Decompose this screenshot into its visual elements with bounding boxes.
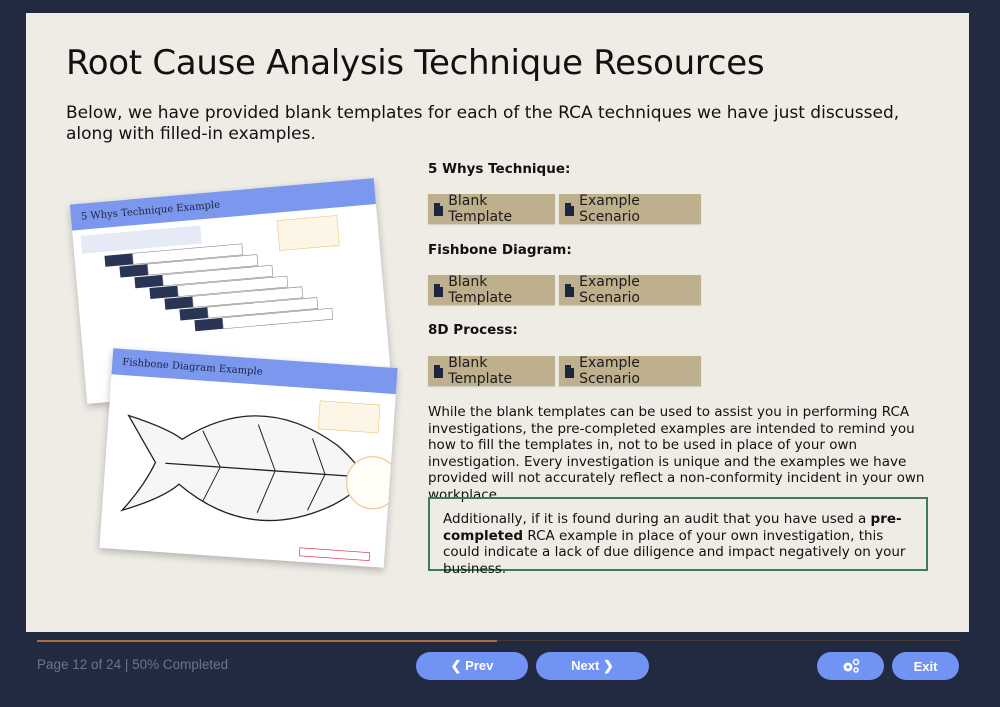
button-label: Blank Template xyxy=(448,274,513,306)
pdf-icon xyxy=(565,283,575,297)
8d-example-scenario-button[interactable]: Example Scenario xyxy=(559,355,701,387)
five-whys-blank-template-button[interactable]: Blank Template xyxy=(428,193,555,225)
prev-button[interactable]: ❮ Prev xyxy=(416,652,528,680)
pdf-icon xyxy=(565,364,575,378)
audit-warning-callout: Additionally, if it is found during an a… xyxy=(428,497,928,577)
fishbone-example-scenario-button[interactable]: Example Scenario xyxy=(559,274,701,306)
progress-bar-fill xyxy=(37,640,497,642)
pdf-icon xyxy=(434,202,444,216)
page-status: Page 12 of 24 | 50% Completed xyxy=(37,657,229,672)
button-label: Blank Template xyxy=(448,193,513,225)
next-button[interactable]: Next ❯ xyxy=(536,652,649,680)
disclaimer-paragraph: While the blank templates can be used to… xyxy=(428,404,925,503)
button-label: Example Scenario xyxy=(579,274,640,306)
five-whys-example-scenario-button[interactable]: Example Scenario xyxy=(559,193,701,225)
button-label: Blank Template xyxy=(448,355,513,387)
button-label: Example Scenario xyxy=(579,355,640,387)
pdf-icon xyxy=(434,364,444,378)
pdf-icon xyxy=(565,202,575,216)
button-label: Example Scenario xyxy=(579,193,640,225)
8d-blank-template-button[interactable]: Blank Template xyxy=(428,355,555,387)
slide-content: Root Cause Analysis Technique Resources … xyxy=(26,13,969,632)
fishbone-diagram xyxy=(119,400,400,562)
page-title: Root Cause Analysis Technique Resources xyxy=(66,43,765,83)
fishbone-label: Fishbone Diagram: xyxy=(428,242,572,258)
8d-process-label: 8D Process: xyxy=(428,322,518,338)
gears-icon xyxy=(843,658,859,673)
exit-button[interactable]: Exit xyxy=(892,652,959,680)
pdf-icon xyxy=(434,283,444,297)
five-whys-label: 5 Whys Technique: xyxy=(428,161,571,177)
intro-text: Below, we have provided blank templates … xyxy=(66,103,900,144)
settings-button[interactable] xyxy=(817,652,884,680)
fishbone-blank-template-button[interactable]: Blank Template xyxy=(428,274,555,306)
progress-bar-track xyxy=(497,640,960,641)
callout-text: Additionally, if it is found during an a… xyxy=(443,511,871,527)
fishbone-thumbnail: Fishbone Diagram Example xyxy=(99,348,400,568)
